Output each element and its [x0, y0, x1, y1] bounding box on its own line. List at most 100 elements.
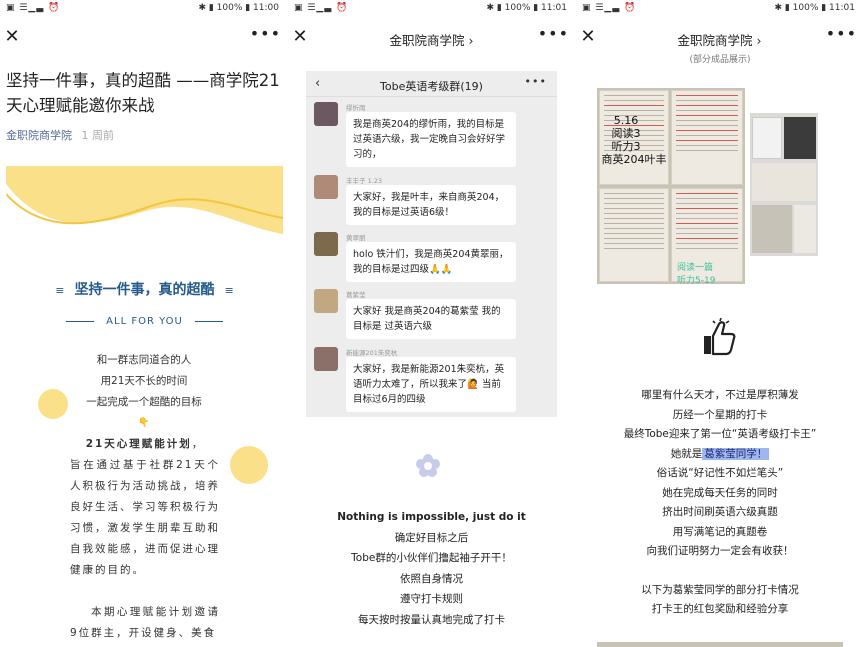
- avatar: [314, 289, 338, 313]
- article-meta: 金职院商学院 1 周前: [6, 127, 114, 143]
- close-icon[interactable]: ✕: [2, 26, 22, 47]
- thumbs-up-icon: [704, 318, 736, 356]
- next-image-edge: [597, 642, 843, 647]
- heading-bars-icon: ≡: [55, 284, 65, 297]
- story-line: 历经一个星期的打卡: [672, 408, 768, 421]
- story-line: 打卡王的红包奖励和经验分享: [651, 603, 789, 615]
- avatar: [314, 347, 338, 371]
- status-right: ✱ ▮ 100% ▮ 11:01: [486, 3, 567, 13]
- flower-icon: [416, 454, 440, 477]
- story-line: 哪里有什么天才，不过是厚积薄发: [641, 389, 799, 401]
- story-line: 挤出时间刷英语六级真题: [662, 506, 778, 518]
- photo-overlay-text: 5.16 阅读3 听力3: [605, 114, 647, 153]
- homework-sheet: [671, 90, 743, 185]
- story-line: 最终Tobe迎来了第一位“英语考级打卡王”: [623, 428, 817, 440]
- nav-bar: ✕ •••: [0, 22, 287, 54]
- green-caption-line: 阅读一篇: [677, 263, 714, 273]
- plan-name: 21天心理赋能计划: [85, 438, 192, 450]
- phone-photo: [784, 117, 816, 159]
- avatar: [314, 175, 338, 199]
- story-line: 她就是 葛紫莹同学！: [597, 445, 843, 465]
- more-icon[interactable]: •••: [826, 24, 857, 43]
- subheading: ALL FOR YOU: [6, 316, 283, 327]
- text-line: 每天按时按量认真地完成了打卡: [358, 613, 505, 626]
- chat-more-icon: •••: [524, 75, 547, 88]
- message-bubble: 大家好，我是新能源201朱奕杭，英语听力太难了，所以我来了🙋 当前目标过6月的四…: [346, 357, 516, 412]
- message-bubble: 大家好，我是叶丰，来自商英204，我的目标是过英语6级！: [346, 185, 516, 225]
- p2-text-block: Nothing is impossible, just do it 确定好目标之…: [306, 507, 557, 630]
- plan-paragraph: 21天心理赋能计划， 旨在通过基于社群21天个人积极行为活动挑战，培养良好生活、…: [70, 434, 220, 581]
- nav-bar: ✕ 金职院商学院 › •••: [576, 22, 863, 54]
- story-line: 向我们证明努力一定会有收获！: [646, 545, 794, 557]
- status-right: ✱ ▮ 100% ▮ 11:00: [198, 3, 279, 13]
- avatar: [314, 102, 338, 126]
- divider: [66, 320, 95, 322]
- story-block: 哪里有什么天才，不过是厚积薄发 历经一个星期的打卡 最终Tobe迎来了第一位“英…: [597, 386, 843, 620]
- achievement-panel: ▣ ☰▁▃ ⏰ ✱ ▮ 100% ▮ 11:01 ✕ 金职院商学院 › ••• …: [576, 0, 863, 647]
- plan-text: 旨在通过基于社群21天个人积极行为活动挑战，培养良好生活、学习等积极行为习惯，激…: [70, 459, 220, 576]
- sketch-photo: [752, 205, 792, 253]
- story-line: 用写满笔记的真题卷: [672, 525, 768, 538]
- divider: [194, 320, 223, 322]
- publish-time: 1 周前: [81, 129, 115, 142]
- message-bubble: holo 铁汁们，我是商英204黄翠丽，我的目标是过四级🙏🙏: [346, 242, 516, 282]
- hand-down-icon: 👇: [138, 418, 150, 428]
- sender-name: 缪忻雨: [346, 104, 366, 112]
- photo-caption: (部分成品展示): [689, 55, 751, 65]
- account-title[interactable]: 金职院商学院 ›: [288, 30, 575, 49]
- story-line: 以下为葛紫莹同学的部分打卡情况: [641, 583, 799, 596]
- text-line: 遵守打卡规则: [400, 593, 463, 605]
- chat-screenshot: ‹ Tobe英语考级群(19) ••• 缪忻雨 我是商英204的缪忻雨，我的目标…: [306, 71, 557, 417]
- chat-message: 缪忻雨 我是商英204的缪忻雨，我的目标是过英语六级，我一定晚自习会好好学习的，: [314, 102, 554, 167]
- chat-message: 新能源201朱奕杭 大家好，我是新能源201朱奕杭，英语听力太难了，所以我来了🙋…: [314, 347, 554, 412]
- paper-photo: [794, 205, 816, 253]
- article-panel: ▣ ☰▁▃ ⏰ ✱ ▮ 100% ▮ 11:00 ✕ ••• 坚持一件事，真的超…: [0, 0, 287, 647]
- story-line: 俗话说“好记性不如烂笔头”: [656, 467, 784, 479]
- status-right: ✱ ▮ 100% ▮ 11:01: [774, 3, 855, 13]
- status-left: ▣ ☰▁▃ ⏰: [294, 3, 349, 13]
- decor-circle: [230, 446, 268, 484]
- text-line: 依照自身情况: [400, 572, 463, 585]
- account-link[interactable]: 金职院商学院: [6, 129, 72, 142]
- sender-name: 葛紫莹: [346, 291, 366, 299]
- status-bar: ▣ ☰▁▃ ⏰ ✱ ▮ 100% ▮ 11:01: [576, 0, 863, 17]
- intro-lines: 和一群志同道合的人 用21天不长的时间 一起完成一个超酷的目标 👇: [60, 350, 228, 433]
- article-title: 坚持一件事，真的超酷 ——商学院21天心理赋能邀你来战: [6, 71, 280, 115]
- subheading-text: ALL FOR YOU: [106, 316, 183, 327]
- paragraph-2: 本期心理赋能计划邀请9位群主，开设健身、美食: [70, 606, 220, 639]
- sender-name: 丰丰子 1.23: [346, 177, 383, 185]
- overlay-date: 5.16: [613, 114, 639, 127]
- chat-message: 葛紫莹 大家好 我是商英204的葛紫莹 我的目标是 过英语六级: [314, 289, 554, 339]
- status-bar: ▣ ☰▁▃ ⏰ ✱ ▮ 100% ▮ 11:00: [0, 0, 287, 17]
- story-line: 她在完成每天任务的同时: [662, 486, 778, 499]
- overlay-listening: 听力3: [611, 140, 641, 153]
- avatar: [314, 232, 338, 256]
- green-caption: 阅读一篇 听力5-19: [677, 260, 715, 284]
- status-bar: ▣ ☰▁▃ ⏰ ✱ ▮ 100% ▮ 11:01: [288, 0, 575, 17]
- notes-photo: [752, 163, 816, 201]
- text-line: 确定好目标之后: [394, 531, 469, 544]
- homework-sheet: [599, 188, 669, 282]
- more-icon[interactable]: •••: [538, 24, 569, 43]
- overlay-name: 商英204叶丰: [601, 153, 667, 166]
- chat-header: ‹ Tobe英语考级群(19) •••: [306, 71, 557, 97]
- account-title[interactable]: 金职院商学院 ›: [576, 30, 863, 49]
- intro-line: 和一群志同道合的人: [96, 354, 192, 366]
- she-is: 她就是: [670, 447, 703, 460]
- intro-line: 用21天不长的时间: [100, 375, 188, 387]
- chat-title: Tobe英语考级群(19): [380, 80, 483, 93]
- motto: Nothing is impossible, just do it: [337, 511, 526, 523]
- chat-message: 丰丰子 1.23 大家好，我是叶丰，来自商英204，我的目标是过英语6级！: [314, 175, 554, 225]
- plan-comma: ，: [191, 438, 205, 450]
- more-icon[interactable]: •••: [250, 24, 281, 43]
- intro-line: 一起完成一个超酷的目标: [86, 396, 202, 408]
- chat-message: 黄翠丽 holo 铁汁们，我是商英204黄翠丽，我的目标是过四级🙏🙏: [314, 232, 554, 282]
- sender-name: 黄翠丽: [346, 234, 366, 242]
- sender-name: 新能源201朱奕杭: [346, 349, 398, 357]
- overlay-reading: 阅读3: [611, 127, 641, 140]
- header-banner: [6, 166, 283, 236]
- section-heading: ≡ 坚持一件事，真的超酷 ≡: [6, 279, 283, 299]
- message-bubble: 我是商英204的缪忻雨，我的目标是过英语六级，我一定晚自习会好好学习的，: [346, 112, 516, 167]
- homework-photo-collage: 5.16 阅读3 听力3 商英204叶丰 阅读一篇 听力5-19: [597, 88, 745, 284]
